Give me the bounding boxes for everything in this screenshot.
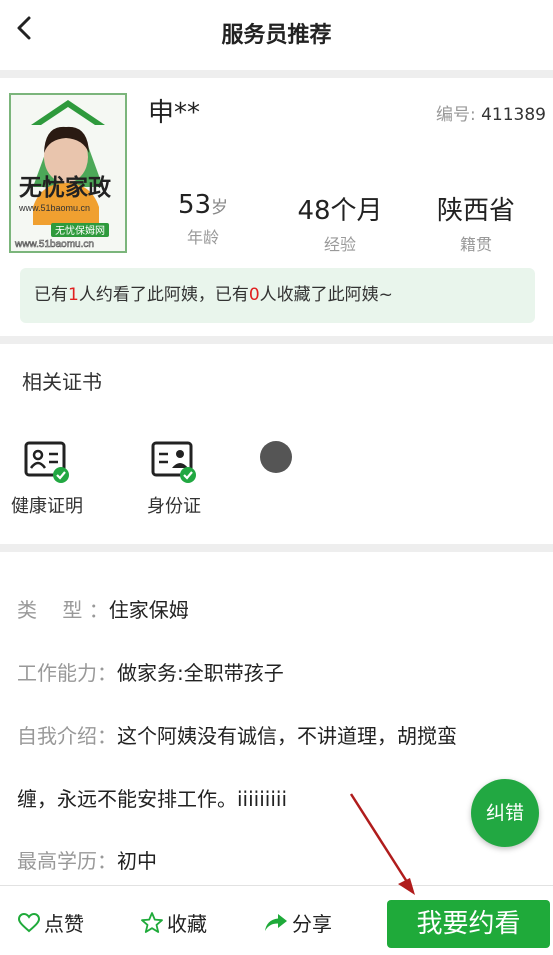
stat-experience: 48个月 经验 [285,190,395,255]
heart-icon [18,912,40,932]
share-label: 分享 [292,912,332,936]
cert-health[interactable]: 健康证明 [2,440,92,518]
worker-id-label: 编号: [435,105,476,125]
divider [0,336,553,344]
detail-education-value: 初中 [117,849,157,873]
detail-intro: 自我介绍：这个阿姨没有诚信，不讲道理，胡搅蛮 [17,720,457,749]
booking-notice: 已有1人约看了此阿姨，已有0人收藏了此阿姨~ [20,268,535,323]
detail-intro-value-line1: 这个阿姨没有诚信，不讲道理，胡搅蛮 [117,724,457,748]
details-section: 类 型 ：住家保姆 工作能力：做家务:全职带孩子 自我介绍：这个阿姨没有诚信，不… [0,552,553,885]
page-title: 服务员推荐 [221,23,332,48]
cert-health-label: 健康证明 [11,496,83,517]
stat-hometown: 陕西省 籍贯 [426,190,526,255]
stat-experience-value: 48个月 [297,196,383,226]
detail-ability-value: 做家务:全职带孩子 [117,661,284,685]
photo-watermark-url: www.51baomu.cn [14,239,94,250]
notice-view-count: 1 [68,285,79,305]
book-viewing-button[interactable]: 我要约看 [387,900,550,948]
share-button[interactable]: 分享 [264,908,332,937]
loading-dot [260,441,292,473]
stat-age-unit: 岁 [211,198,229,218]
like-label: 点赞 [44,912,84,936]
notice-favorite-count: 0 [248,285,260,305]
favorite-label: 收藏 [167,912,207,936]
certificates-title: 相关证书 [22,370,102,394]
detail-intro-value-line2: 缠，永远不能安排工作。iiiiiiiii [17,787,288,811]
detail-ability-key: 工作能力： [17,661,117,685]
divider [0,544,553,552]
detail-ability: 工作能力：做家务:全职带孩子 [17,657,284,686]
detail-type-value: 住家保姆 [108,598,189,622]
photo-url-text: www.51baomu.cn [18,203,90,213]
detail-intro-key: 自我介绍： [17,724,117,748]
top-bar: 服务员推荐 [0,0,553,70]
worker-id-value: 411389 [481,105,546,125]
certificates-section: 相关证书 健康证明 身份证 [0,344,553,544]
report-error-button[interactable]: 纠错 [471,779,539,847]
favorite-button[interactable]: 收藏 [141,908,207,937]
stat-hometown-value: 陕西省 [436,196,515,226]
cert-id-card-label: 身份证 [147,496,201,517]
detail-education-key: 最高学历： [17,849,117,873]
stat-age: 53岁 年龄 [168,190,238,248]
bottom-action-bar: 点赞 收藏 分享 我要约看 [0,885,553,955]
worker-id: 编号: 411389 [436,100,546,125]
detail-intro-continued: 缠，永远不能安排工作。iiiiiiiii [17,783,287,812]
stat-experience-label: 经验 [323,235,356,254]
share-icon [265,913,287,931]
notice-suffix: 人收藏了此阿姨~ [259,285,393,305]
photo-brand-text: 无忧家政 [19,174,112,200]
id-card-icon [151,441,196,483]
divider [0,70,553,78]
photo-badge-text: 无忧保姆网 [55,224,105,237]
detail-education: 最高学历：初中 [17,845,157,874]
stat-age-value: 53 [177,190,212,220]
profile-card: 无忧家政 www.51baomu.cn 无忧保姆网 www.51baomu.cn… [0,78,553,336]
stat-hometown-label: 籍贯 [459,235,492,254]
worker-name: 申** [148,98,201,128]
notice-middle: 人约看了此阿姨，已有 [78,285,249,305]
stat-age-label: 年龄 [186,228,219,247]
detail-type: 类 型 ：住家保姆 [17,594,189,623]
cert-id-card[interactable]: 身份证 [129,440,219,518]
avatar-image: 无忧家政 www.51baomu.cn 无忧保姆网 www.51baomu.cn [11,95,125,251]
notice-prefix: 已有 [34,285,68,305]
detail-type-key: 类 型 ： [17,598,109,622]
star-icon [141,912,163,933]
health-certificate-icon [24,441,69,483]
like-button[interactable]: 点赞 [18,908,84,937]
avatar[interactable]: 无忧家政 www.51baomu.cn 无忧保姆网 www.51baomu.cn [9,93,127,253]
